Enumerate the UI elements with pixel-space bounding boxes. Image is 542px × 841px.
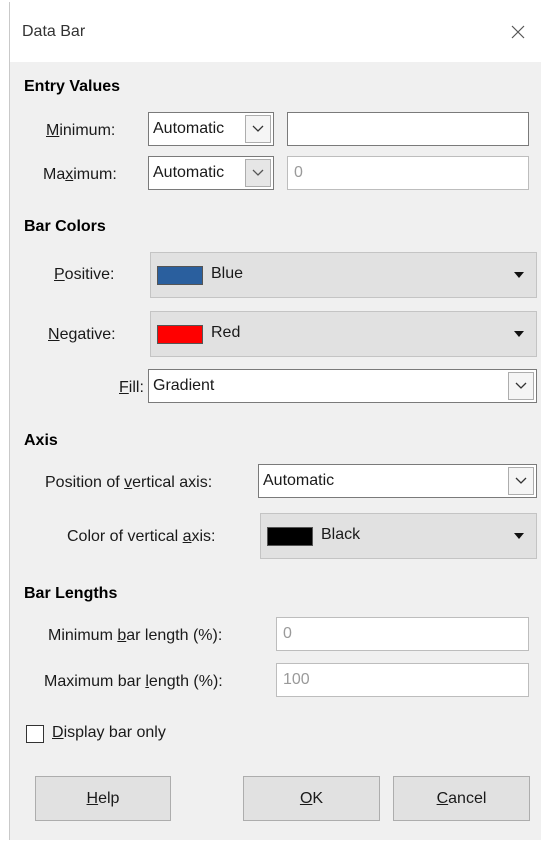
dialog-title: Data Bar	[22, 23, 86, 40]
chevron-down-icon	[515, 477, 527, 484]
maximum-mode-dropdown-button[interactable]	[245, 159, 271, 187]
title-bar: Data Bar	[10, 2, 542, 62]
help-button[interactable]: Help	[35, 776, 171, 821]
vertical-axis-color-swatch	[267, 527, 313, 546]
minimum-mode-value: Automatic	[153, 120, 225, 137]
vertical-axis-color-label: Color of vertical axis:	[67, 528, 216, 545]
bar-colors-heading: Bar Colors	[24, 218, 106, 235]
dropdown-arrow-icon	[514, 331, 524, 337]
minimum-bar-length-input[interactable]: 0	[276, 617, 529, 651]
dropdown-arrow-icon	[514, 533, 524, 539]
minimum-mode-dropdown-button[interactable]	[245, 115, 271, 143]
display-bar-only-checkbox[interactable]	[26, 725, 44, 743]
vertical-axis-position-select[interactable]: Automatic	[258, 464, 537, 498]
negative-color-name: Red	[211, 324, 241, 341]
bar-lengths-heading: Bar Lengths	[24, 585, 118, 602]
ok-button[interactable]: OK	[243, 776, 380, 821]
maximum-value-input[interactable]: 0	[287, 156, 529, 190]
chevron-down-icon	[515, 382, 527, 389]
close-icon	[511, 25, 525, 39]
maximum-label: Maximum:	[43, 166, 117, 183]
fill-select[interactable]: Gradient	[148, 369, 537, 403]
vertical-axis-position-value: Automatic	[263, 472, 335, 489]
vertical-axis-position-dropdown-button[interactable]	[508, 467, 534, 495]
minimum-mode-select[interactable]: Automatic	[148, 112, 274, 146]
vertical-axis-position-label: Position of vertical axis:	[45, 474, 213, 491]
positive-color-swatch	[157, 266, 203, 285]
minimum-bar-length-label: Minimum bar length (%):	[48, 627, 223, 644]
close-button[interactable]	[494, 2, 542, 62]
fill-value: Gradient	[153, 377, 215, 394]
axis-heading: Axis	[24, 432, 58, 449]
positive-label: Positive:	[54, 266, 115, 283]
positive-color-button[interactable]: Blue	[150, 252, 537, 298]
cancel-button[interactable]: Cancel	[393, 776, 530, 821]
maximum-mode-select[interactable]: Automatic	[148, 156, 274, 190]
fill-label: Fill:	[119, 379, 144, 396]
data-bar-dialog: Data Bar Entry Values Minimum: Automatic…	[9, 2, 542, 840]
display-bar-only-label[interactable]: Display bar only	[52, 724, 166, 742]
vertical-axis-color-button[interactable]: Black	[260, 513, 537, 559]
vertical-axis-color-name: Black	[321, 526, 361, 543]
negative-color-swatch	[157, 325, 203, 344]
entry-values-heading: Entry Values	[24, 78, 121, 95]
chevron-down-icon	[252, 169, 264, 176]
positive-color-name: Blue	[211, 265, 244, 282]
maximum-mode-value: Automatic	[153, 164, 225, 181]
maximum-bar-length-label: Maximum bar length (%):	[44, 673, 223, 690]
minimum-value-input[interactable]	[287, 112, 529, 146]
negative-label: Negative:	[48, 326, 116, 343]
fill-dropdown-button[interactable]	[508, 372, 534, 400]
dropdown-arrow-icon	[514, 272, 524, 278]
minimum-label: Minimum:	[46, 122, 116, 139]
negative-color-button[interactable]: Red	[150, 311, 537, 357]
maximum-bar-length-input[interactable]: 100	[276, 663, 529, 697]
chevron-down-icon	[252, 125, 264, 132]
